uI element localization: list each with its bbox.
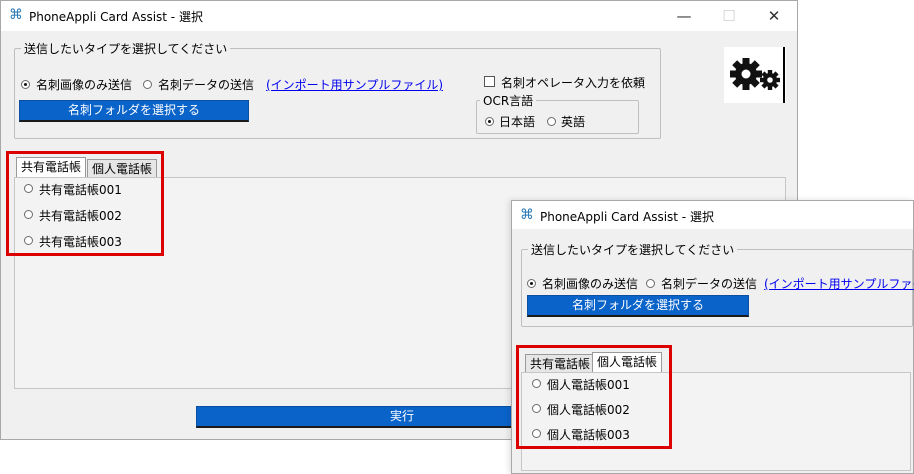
title-bar[interactable]: ⌘ PhoneAppli Card Assist - 選択 — ☐ ✕ [1,1,797,31]
sub-window-title: PhoneAppli Card Assist - 選択 [540,210,714,224]
radio-japanese[interactable] [485,117,494,126]
select-folder-button[interactable]: 名刺フォルダを選択する [19,100,249,122]
sub-radio-image-only-label: 名刺画像のみ送信 [542,277,639,291]
send-type-legend: 送信したいタイプを選択してください [21,40,231,57]
sub-send-type-group: 送信したいタイプを選択してください 名刺画像のみ送信 名刺データの送信 (インポ… [521,241,914,327]
operator-input-label: 名刺オペレータ入力を依頼 [501,76,646,90]
sub-select-folder-button[interactable]: 名刺フォルダを選択する [527,295,749,317]
radio-english-label: 英語 [561,115,586,129]
app-icon: ⌘ [9,7,23,23]
operator-input-checkbox[interactable] [484,76,495,87]
sub-radio-data-send-label: 名刺データの送信 [661,277,758,291]
sub-radio-image-only[interactable] [527,279,536,288]
ocr-language-group: OCR言語 日本語 英語 [476,92,639,134]
highlight-box-shared [6,151,164,256]
sub-radio-data-send[interactable] [646,279,655,288]
sub-title-bar[interactable]: ⌘ PhoneAppli Card Assist - 選択 [512,201,913,229]
maximize-button[interactable]: ☐ [707,3,751,29]
radio-image-only-label: 名刺画像のみ送信 [36,78,133,92]
highlight-box-personal [516,345,672,449]
gear-icon[interactable] [724,47,786,103]
close-button[interactable]: ✕ [752,3,796,29]
radio-image-only[interactable] [21,80,30,89]
radio-english[interactable] [547,117,556,126]
radio-data-send[interactable] [143,80,152,89]
radio-japanese-label: 日本語 [499,115,536,129]
send-type-group: 送信したいタイプを選択してください 名刺画像のみ送信 名刺データの送信 (インポ… [14,40,661,139]
app-icon: ⌘ [520,207,534,223]
sub-sample-file-link[interactable]: (インポート用サンプルファイル) [764,275,914,292]
sample-file-link[interactable]: (インポート用サンプルファイル) [266,76,443,93]
ocr-language-legend: OCR言語 [480,92,537,109]
radio-data-send-label: 名刺データの送信 [158,78,255,92]
window-title: PhoneAppli Card Assist - 選択 [29,10,203,24]
sub-send-type-legend: 送信したいタイプを選択してください [528,241,738,258]
minimize-button[interactable]: — [662,3,706,29]
